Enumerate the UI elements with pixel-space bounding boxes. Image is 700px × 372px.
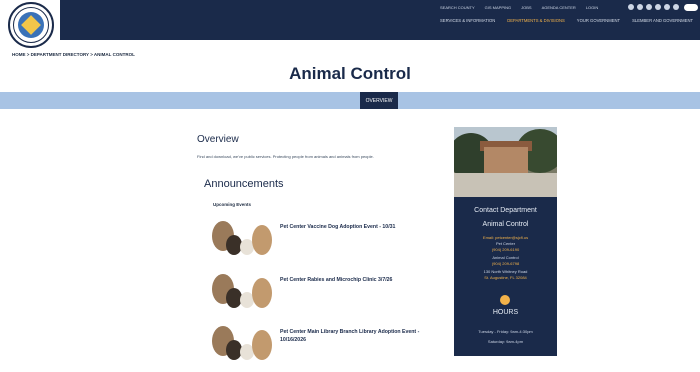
top-link-agenda[interactable]: AGENDA CENTER: [542, 5, 576, 10]
linkedin-icon[interactable]: [664, 4, 670, 10]
youtube-icon[interactable]: [655, 4, 661, 10]
top-link-gis[interactable]: GIS MAPPING: [485, 5, 511, 10]
contact-heading: Contact Department: [474, 207, 537, 214]
hours-heading: HOURS: [492, 309, 519, 316]
contact-label: Animal Control: [492, 255, 519, 260]
facebook-icon[interactable]: [628, 4, 634, 10]
contact-card: Contact Department Animal Control Email:…: [454, 197, 557, 356]
hours-line: Tuesday - Friday: 9am-4:30pm: [478, 329, 533, 334]
announcement-link[interactable]: Pet Center Main Library Branch Library A…: [280, 328, 420, 344]
nav-departments[interactable]: DEPARTMENTS & DIVISIONS: [507, 18, 565, 23]
contact-address-link[interactable]: St. Augustine, FL 32084: [454, 275, 557, 280]
announcements-heading: Announcements: [204, 178, 284, 190]
nav-members[interactable]: SLEMBER AND GOVERNMENT: [632, 18, 693, 23]
overview-text: Find and download, we've public services…: [197, 154, 374, 159]
announcement-item[interactable]: Pet Center Rabies and Microchip Clinic 3…: [212, 268, 422, 320]
department-name: Animal Control: [482, 221, 529, 228]
instagram-icon[interactable]: [646, 4, 652, 10]
top-link-login[interactable]: LOGIN: [586, 5, 598, 10]
top-link-search[interactable]: SEARCH COUNTY: [440, 5, 475, 10]
site-header: SEARCH COUNTY GIS MAPPING JOBS AGENDA CE…: [0, 0, 700, 40]
contact-phone[interactable]: (904) 209-6798: [454, 261, 557, 266]
building-photo: [454, 127, 557, 197]
subnav-bar: [0, 92, 700, 109]
pets-image: [212, 268, 274, 314]
county-seal-logo[interactable]: [8, 2, 54, 48]
contact-label: Pet Center: [495, 241, 516, 246]
tab-overview[interactable]: OVERVIEW: [360, 92, 398, 109]
nav-services[interactable]: SERVICES & INFORMATION: [440, 18, 495, 23]
clock-icon: [500, 295, 510, 305]
overview-heading: Overview: [197, 134, 239, 145]
main-nav: SERVICES & INFORMATION DEPARTMENTS & DIV…: [440, 18, 693, 23]
search-button[interactable]: [684, 4, 698, 11]
page-title: Animal Control: [289, 64, 411, 83]
announcement-link[interactable]: Pet Center Rabies and Microchip Clinic 3…: [280, 276, 420, 284]
hours-line: Saturday: 9am-4pm: [487, 339, 524, 344]
utility-links: SEARCH COUNTY GIS MAPPING JOBS AGENDA CE…: [440, 5, 598, 10]
pets-image: [212, 320, 274, 366]
twitter-icon[interactable]: [637, 4, 643, 10]
top-link-jobs[interactable]: JOBS: [521, 5, 531, 10]
upcoming-events-label: Upcoming Events: [213, 202, 252, 207]
nextdoor-icon[interactable]: [673, 4, 679, 10]
announcement-item[interactable]: Pet Center Vaccine Dog Adoption Event - …: [212, 215, 422, 267]
announcement-item[interactable]: Pet Center Main Library Branch Library A…: [212, 320, 422, 372]
nav-your-government[interactable]: YOUR GOVERNMENT: [577, 18, 620, 23]
pets-image: [212, 215, 274, 261]
contact-email[interactable]: Email: petcenter@sjcfl.us: [454, 235, 557, 240]
contact-phone[interactable]: (904) 209-6190: [454, 247, 557, 252]
contact-address: 130 North Whitney Road: [483, 269, 528, 274]
social-links: [628, 4, 679, 10]
breadcrumb[interactable]: HOME > DEPARTMENT DIRECTORY > ANIMAL CON…: [12, 52, 135, 57]
announcement-link[interactable]: Pet Center Vaccine Dog Adoption Event - …: [280, 223, 420, 231]
